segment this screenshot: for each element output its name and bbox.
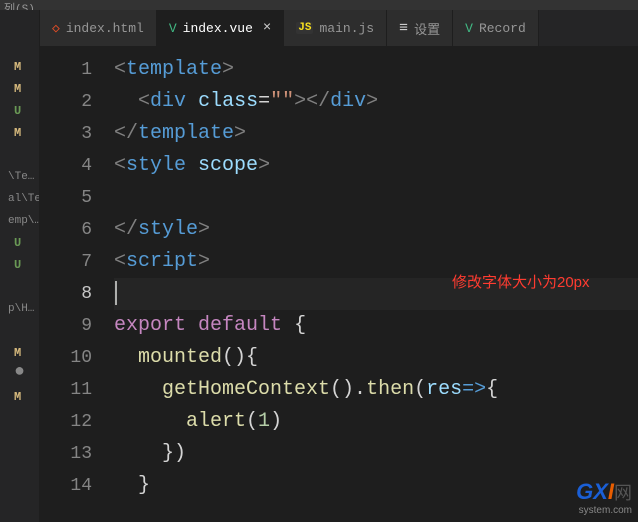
vue-icon: V (169, 21, 177, 36)
vue-icon: V (465, 21, 473, 36)
line-number: 3 (40, 118, 92, 150)
sidebar-path[interactable]: al\Te… (0, 188, 39, 210)
sidebar-spacer[interactable] (0, 320, 39, 342)
sidebar-path[interactable]: \Te… (0, 166, 39, 188)
tab-index-vue[interactable]: Vindex.vue × (157, 10, 284, 46)
sidebar-mod[interactable]: M (0, 122, 39, 144)
sidebar-mod[interactable]: M (0, 342, 39, 364)
settings-icon: ≡ (399, 20, 408, 37)
line-number: 8 (40, 278, 92, 310)
code-line[interactable]: export default { (114, 310, 638, 342)
tab--[interactable]: ≡ 设置 (387, 10, 453, 46)
close-icon[interactable]: × (263, 20, 271, 36)
js-icon: JS (296, 22, 313, 34)
code-line[interactable]: getHomeContext().then(res=>{ (114, 374, 638, 406)
tab-label: Record (479, 21, 526, 36)
code-line[interactable]: } (114, 470, 638, 502)
code-line[interactable]: <template> (114, 54, 638, 86)
line-number: 5 (40, 182, 92, 214)
code-line[interactable]: }) (114, 438, 638, 470)
tab-main-js[interactable]: JS main.js (284, 10, 387, 46)
line-number: 13 (40, 438, 92, 470)
code-line[interactable]: <div class=""></div> (114, 86, 638, 118)
code-line[interactable]: alert(1) (114, 406, 638, 438)
watermark: GXI网 system.com (576, 479, 632, 516)
sidebar-u[interactable]: U (0, 232, 39, 254)
tab-label: index.html (66, 21, 144, 36)
tab-record[interactable]: V Record (453, 10, 539, 46)
code-line[interactable] (114, 278, 638, 310)
tab-index-html[interactable]: ◇ index.html (40, 10, 157, 46)
sidebar-path[interactable]: p\H… (0, 298, 39, 320)
code-line[interactable]: <style scope> (114, 150, 638, 182)
html-icon: ◇ (52, 21, 60, 36)
sidebar-spacer[interactable] (0, 144, 39, 166)
tab-label: index.vue (183, 21, 253, 36)
code-line[interactable] (114, 182, 638, 214)
sidebar-u[interactable]: U (0, 100, 39, 122)
code-line[interactable]: <script> (114, 246, 638, 278)
line-number: 10 (40, 342, 92, 374)
sidebar-mod[interactable]: M (0, 56, 39, 78)
top-clipped-bar: 列(S) … (0, 0, 638, 10)
code-area[interactable]: <template> <div class=""></div></templat… (114, 46, 638, 522)
line-number: 9 (40, 310, 92, 342)
line-number: 2 (40, 86, 92, 118)
line-number: 6 (40, 214, 92, 246)
text-cursor (115, 281, 117, 305)
line-number: 1 (40, 54, 92, 86)
line-number: 4 (40, 150, 92, 182)
tab-bar: ◇ index.html Vindex.vue × JS main.js ≡ 设置 V Recor… (40, 10, 638, 46)
line-number: 12 (40, 406, 92, 438)
tab-label: main.js (319, 21, 374, 36)
line-number: 11 (40, 374, 92, 406)
line-number: 7 (40, 246, 92, 278)
tab-label: 设置 (414, 19, 440, 38)
code-line[interactable]: </style> (114, 214, 638, 246)
main-area: ◇ index.html Vindex.vue × JS main.js ≡ 设置 V Recor… (40, 10, 638, 522)
app-container: MMUM\Te…al\Te…emp\…UUp\H…M●M ◇index.html… (0, 10, 638, 522)
sidebar-dot[interactable]: ● (0, 364, 39, 386)
sidebar-path[interactable]: emp\… (0, 210, 39, 232)
line-number: 14 (40, 470, 92, 502)
sidebar-mod[interactable]: M (0, 386, 39, 408)
file-status-sidebar: MMUM\Te…al\Te…emp\…UUp\H…M●M (0, 10, 40, 522)
sidebar-mod[interactable]: M (0, 78, 39, 100)
sidebar-spacer[interactable] (0, 276, 39, 298)
line-gutter: 1234567891011121314 (40, 46, 114, 522)
editor[interactable]: 1234567891011121314 <template> <div clas… (40, 46, 638, 522)
code-line[interactable]: mounted(){ (114, 342, 638, 374)
code-line[interactable]: </template> (114, 118, 638, 150)
sidebar-u[interactable]: U (0, 254, 39, 276)
